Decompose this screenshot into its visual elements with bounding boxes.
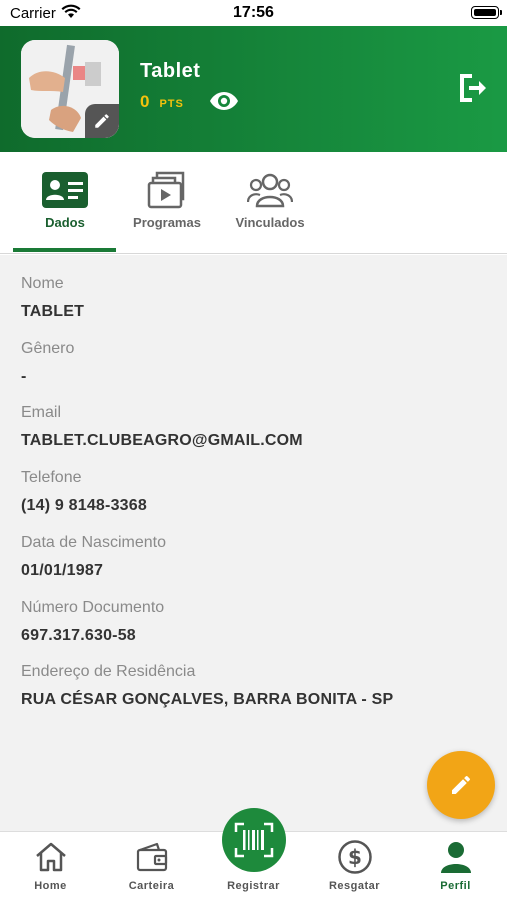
field-telefone: Telefone (14) 9 8148-3368 — [21, 468, 147, 516]
nav-carteira[interactable]: Carteira — [101, 832, 202, 900]
pencil-icon — [95, 114, 109, 128]
nav-label: Carteira — [128, 880, 175, 892]
tab-label: Programas — [133, 215, 201, 230]
pencil-icon — [452, 775, 471, 794]
tab-programas[interactable]: Programas — [115, 152, 219, 254]
svg-text:$: $ — [348, 845, 362, 869]
field-genero: Gênero - — [21, 339, 74, 387]
home-icon — [35, 842, 66, 872]
field-value: RUA CÉSAR GONÇALVES, BARRA BONITA - SP — [21, 691, 394, 708]
profile-tabs: Dados Programas Vinculados — [0, 152, 507, 254]
profile-details: Nome TABLET Gênero - Email TABLET.CLUBEA… — [0, 255, 507, 831]
nav-perfil[interactable]: Perfil — [405, 832, 506, 900]
tab-dados[interactable]: Dados — [13, 152, 117, 254]
toggle-points-visibility-button[interactable] — [208, 88, 240, 114]
status-time: 17:56 — [233, 4, 274, 21]
nav-label: Registrar — [227, 880, 280, 892]
person-icon — [440, 842, 471, 873]
eye-icon — [210, 92, 238, 110]
field-value: 697.317.630-58 — [21, 627, 136, 644]
field-label: Endereço de Residência — [21, 663, 196, 680]
nav-resgatar[interactable]: $ Resgatar — [304, 832, 405, 900]
dollar-circle-icon: $ — [337, 840, 372, 874]
points-value: 0 — [140, 92, 150, 111]
avatar-edit-button[interactable] — [85, 104, 119, 138]
field-label: Data de Nascimento — [21, 534, 166, 551]
logout-icon — [460, 74, 486, 102]
field-value: TABLET — [21, 303, 85, 320]
field-label: Número Documento — [21, 599, 165, 616]
logout-button[interactable] — [454, 70, 490, 106]
tab-vinculados[interactable]: Vinculados — [218, 152, 322, 254]
field-data-nascimento: Data de Nascimento 01/01/1987 — [21, 533, 166, 581]
field-label: Email — [21, 404, 62, 421]
field-email: Email TABLET.CLUBEAGRO@GMAIL.COM — [21, 403, 303, 451]
field-numero-documento: Número Documento 697.317.630-58 — [21, 598, 164, 646]
active-tab-indicator — [13, 248, 116, 252]
field-label: Telefone — [21, 469, 82, 486]
edit-profile-button[interactable] — [427, 751, 495, 819]
register-scan-button[interactable] — [222, 808, 286, 872]
points-unit: PTS — [159, 98, 184, 110]
field-value: - — [21, 368, 27, 385]
people-icon — [247, 173, 293, 208]
points-display: 0 PTS — [140, 92, 184, 112]
field-endereco: Endereço de Residência RUA CÉSAR GONÇALV… — [21, 662, 393, 710]
id-card-icon — [42, 172, 88, 208]
tab-label: Dados — [45, 215, 85, 230]
status-bar: Carrier 17:56 — [0, 0, 507, 26]
play-folder-icon — [147, 171, 185, 209]
wallet-icon — [136, 842, 167, 872]
user-name: Tablet — [140, 60, 201, 82]
field-nome: Nome TABLET — [21, 274, 84, 322]
field-value: TABLET.CLUBEAGRO@GMAIL.COM — [21, 432, 303, 449]
nav-label: Home — [34, 880, 67, 892]
nav-label: Perfil — [440, 880, 471, 892]
barcode-scan-icon — [234, 822, 274, 858]
field-label: Gênero — [21, 340, 75, 357]
field-value: (14) 9 8148-3368 — [21, 497, 147, 514]
tab-label: Vinculados — [235, 215, 305, 230]
nav-label: Resgatar — [328, 880, 381, 892]
nav-home[interactable]: Home — [0, 832, 101, 900]
field-label: Nome — [21, 275, 64, 292]
battery-icon — [471, 6, 502, 19]
field-value: 01/01/1987 — [21, 562, 104, 579]
profile-header: Tablet 0 PTS — [0, 26, 507, 152]
avatar[interactable] — [21, 40, 119, 138]
